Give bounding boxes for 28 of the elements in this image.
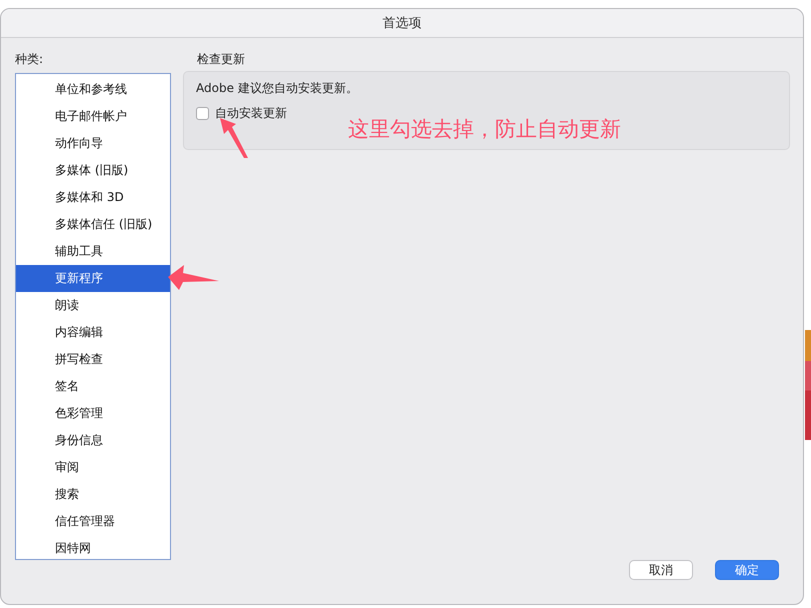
category-item[interactable]: 拼写检查 <box>16 346 170 373</box>
annotation-text: 这里勾选去掉，防止自动更新 <box>348 116 621 143</box>
category-item[interactable]: 信任管理器 <box>16 508 170 535</box>
ok-button[interactable]: 确定 <box>715 560 779 580</box>
category-item[interactable]: 审阅 <box>16 454 170 481</box>
category-item[interactable]: 多媒体 (旧版) <box>16 157 170 184</box>
category-item[interactable]: 动作向导 <box>16 130 170 157</box>
category-item[interactable]: 内容编辑 <box>16 319 170 346</box>
annotation-arrow <box>166 263 220 291</box>
checkbox-label: 自动安装更新 <box>215 105 287 122</box>
category-item[interactable]: 搜索 <box>16 481 170 508</box>
category-item[interactable]: 因特网 <box>16 535 170 562</box>
category-item[interactable]: 多媒体信任 (旧版) <box>16 211 170 238</box>
category-item[interactable]: 电子邮件帐户 <box>16 103 170 130</box>
cancel-button[interactable]: 取消 <box>629 560 693 580</box>
section-title: 检查更新 <box>196 51 246 68</box>
category-item[interactable]: 朗读 <box>16 292 170 319</box>
category-item[interactable]: 更新程序 <box>16 265 170 292</box>
category-item[interactable]: 签名 <box>16 373 170 400</box>
category-item[interactable]: 单位和参考线 <box>16 76 170 103</box>
category-label: 种类: <box>15 51 44 68</box>
checkbox[interactable] <box>196 107 209 120</box>
category-item[interactable]: 色彩管理 <box>16 400 170 427</box>
category-item[interactable]: 辅助工具 <box>16 238 170 265</box>
description-text: Adobe 建议您自动安装更新。 <box>196 80 359 97</box>
category-item[interactable]: 多媒体和 3D <box>16 184 170 211</box>
window-title: 首选项 <box>382 15 422 32</box>
category-item[interactable]: 身份信息 <box>16 427 170 454</box>
